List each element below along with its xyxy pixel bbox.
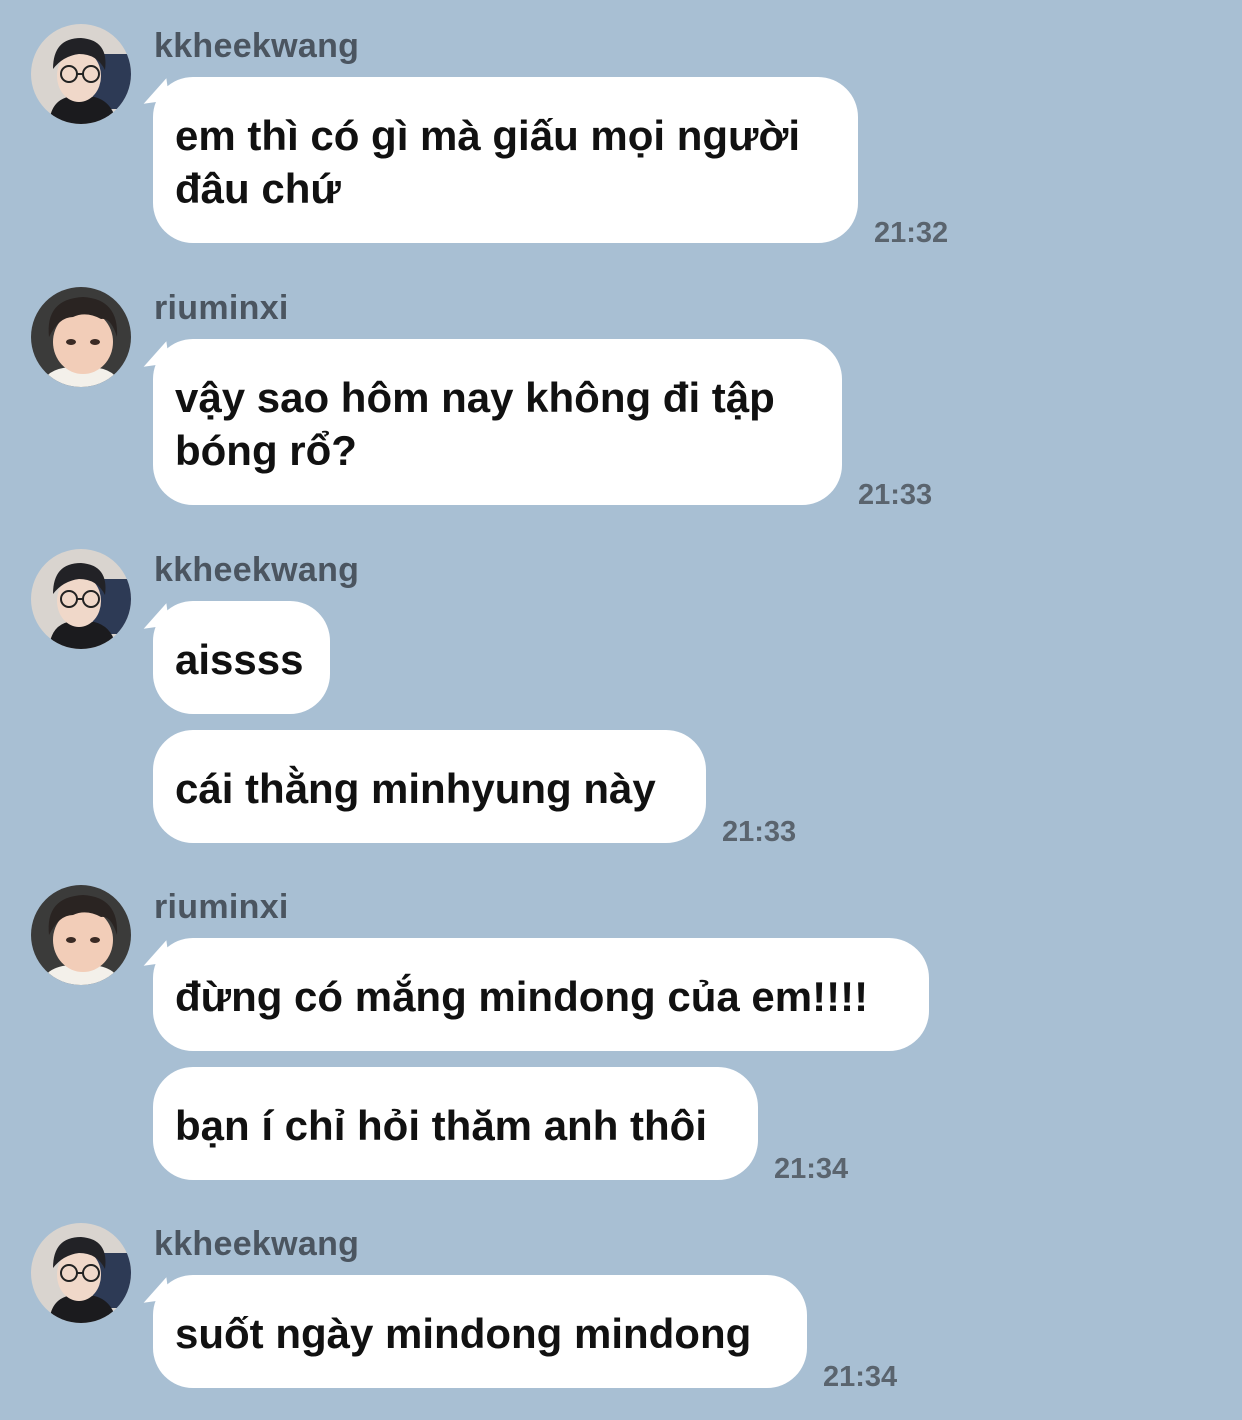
message-time: 21:33 <box>722 816 797 848</box>
message-time: 21:34 <box>823 1361 898 1393</box>
avatar-face-icon <box>31 885 131 985</box>
message-time: 21:32 <box>874 217 949 249</box>
message-time: 21:34 <box>774 1153 849 1185</box>
username: riuminxi <box>154 289 289 327</box>
avatar[interactable] <box>31 549 131 649</box>
avatar[interactable] <box>31 885 131 985</box>
avatar-glasses-icon <box>31 549 131 649</box>
username: kkheekwang <box>154 1225 360 1263</box>
message-time: 21:33 <box>858 479 933 511</box>
message-bubble[interactable]: đừng có mắng mindong của em!!!! <box>153 938 929 1051</box>
username: kkheekwang <box>154 27 360 65</box>
message-bubble[interactable]: vậy sao hôm nay không đi tập bóng rổ? <box>153 339 842 505</box>
avatar-glasses-icon <box>31 1223 131 1323</box>
message-bubble[interactable]: em thì có gì mà giấu mọi người đâu chứ <box>153 77 858 243</box>
message-bubble[interactable]: bạn í chỉ hỏi thăm anh thôi <box>153 1067 758 1180</box>
message-bubble[interactable]: cái thằng minhyung này <box>153 730 706 843</box>
username: kkheekwang <box>154 551 360 589</box>
avatar[interactable] <box>31 1223 131 1323</box>
avatar[interactable] <box>31 287 131 387</box>
avatar[interactable] <box>31 24 131 124</box>
message-bubble[interactable]: suốt ngày mindong mindong <box>153 1275 807 1388</box>
avatar-glasses-icon <box>31 24 131 124</box>
username: riuminxi <box>154 888 289 926</box>
avatar-face-icon <box>31 287 131 387</box>
message-bubble[interactable]: aissss <box>153 601 330 714</box>
